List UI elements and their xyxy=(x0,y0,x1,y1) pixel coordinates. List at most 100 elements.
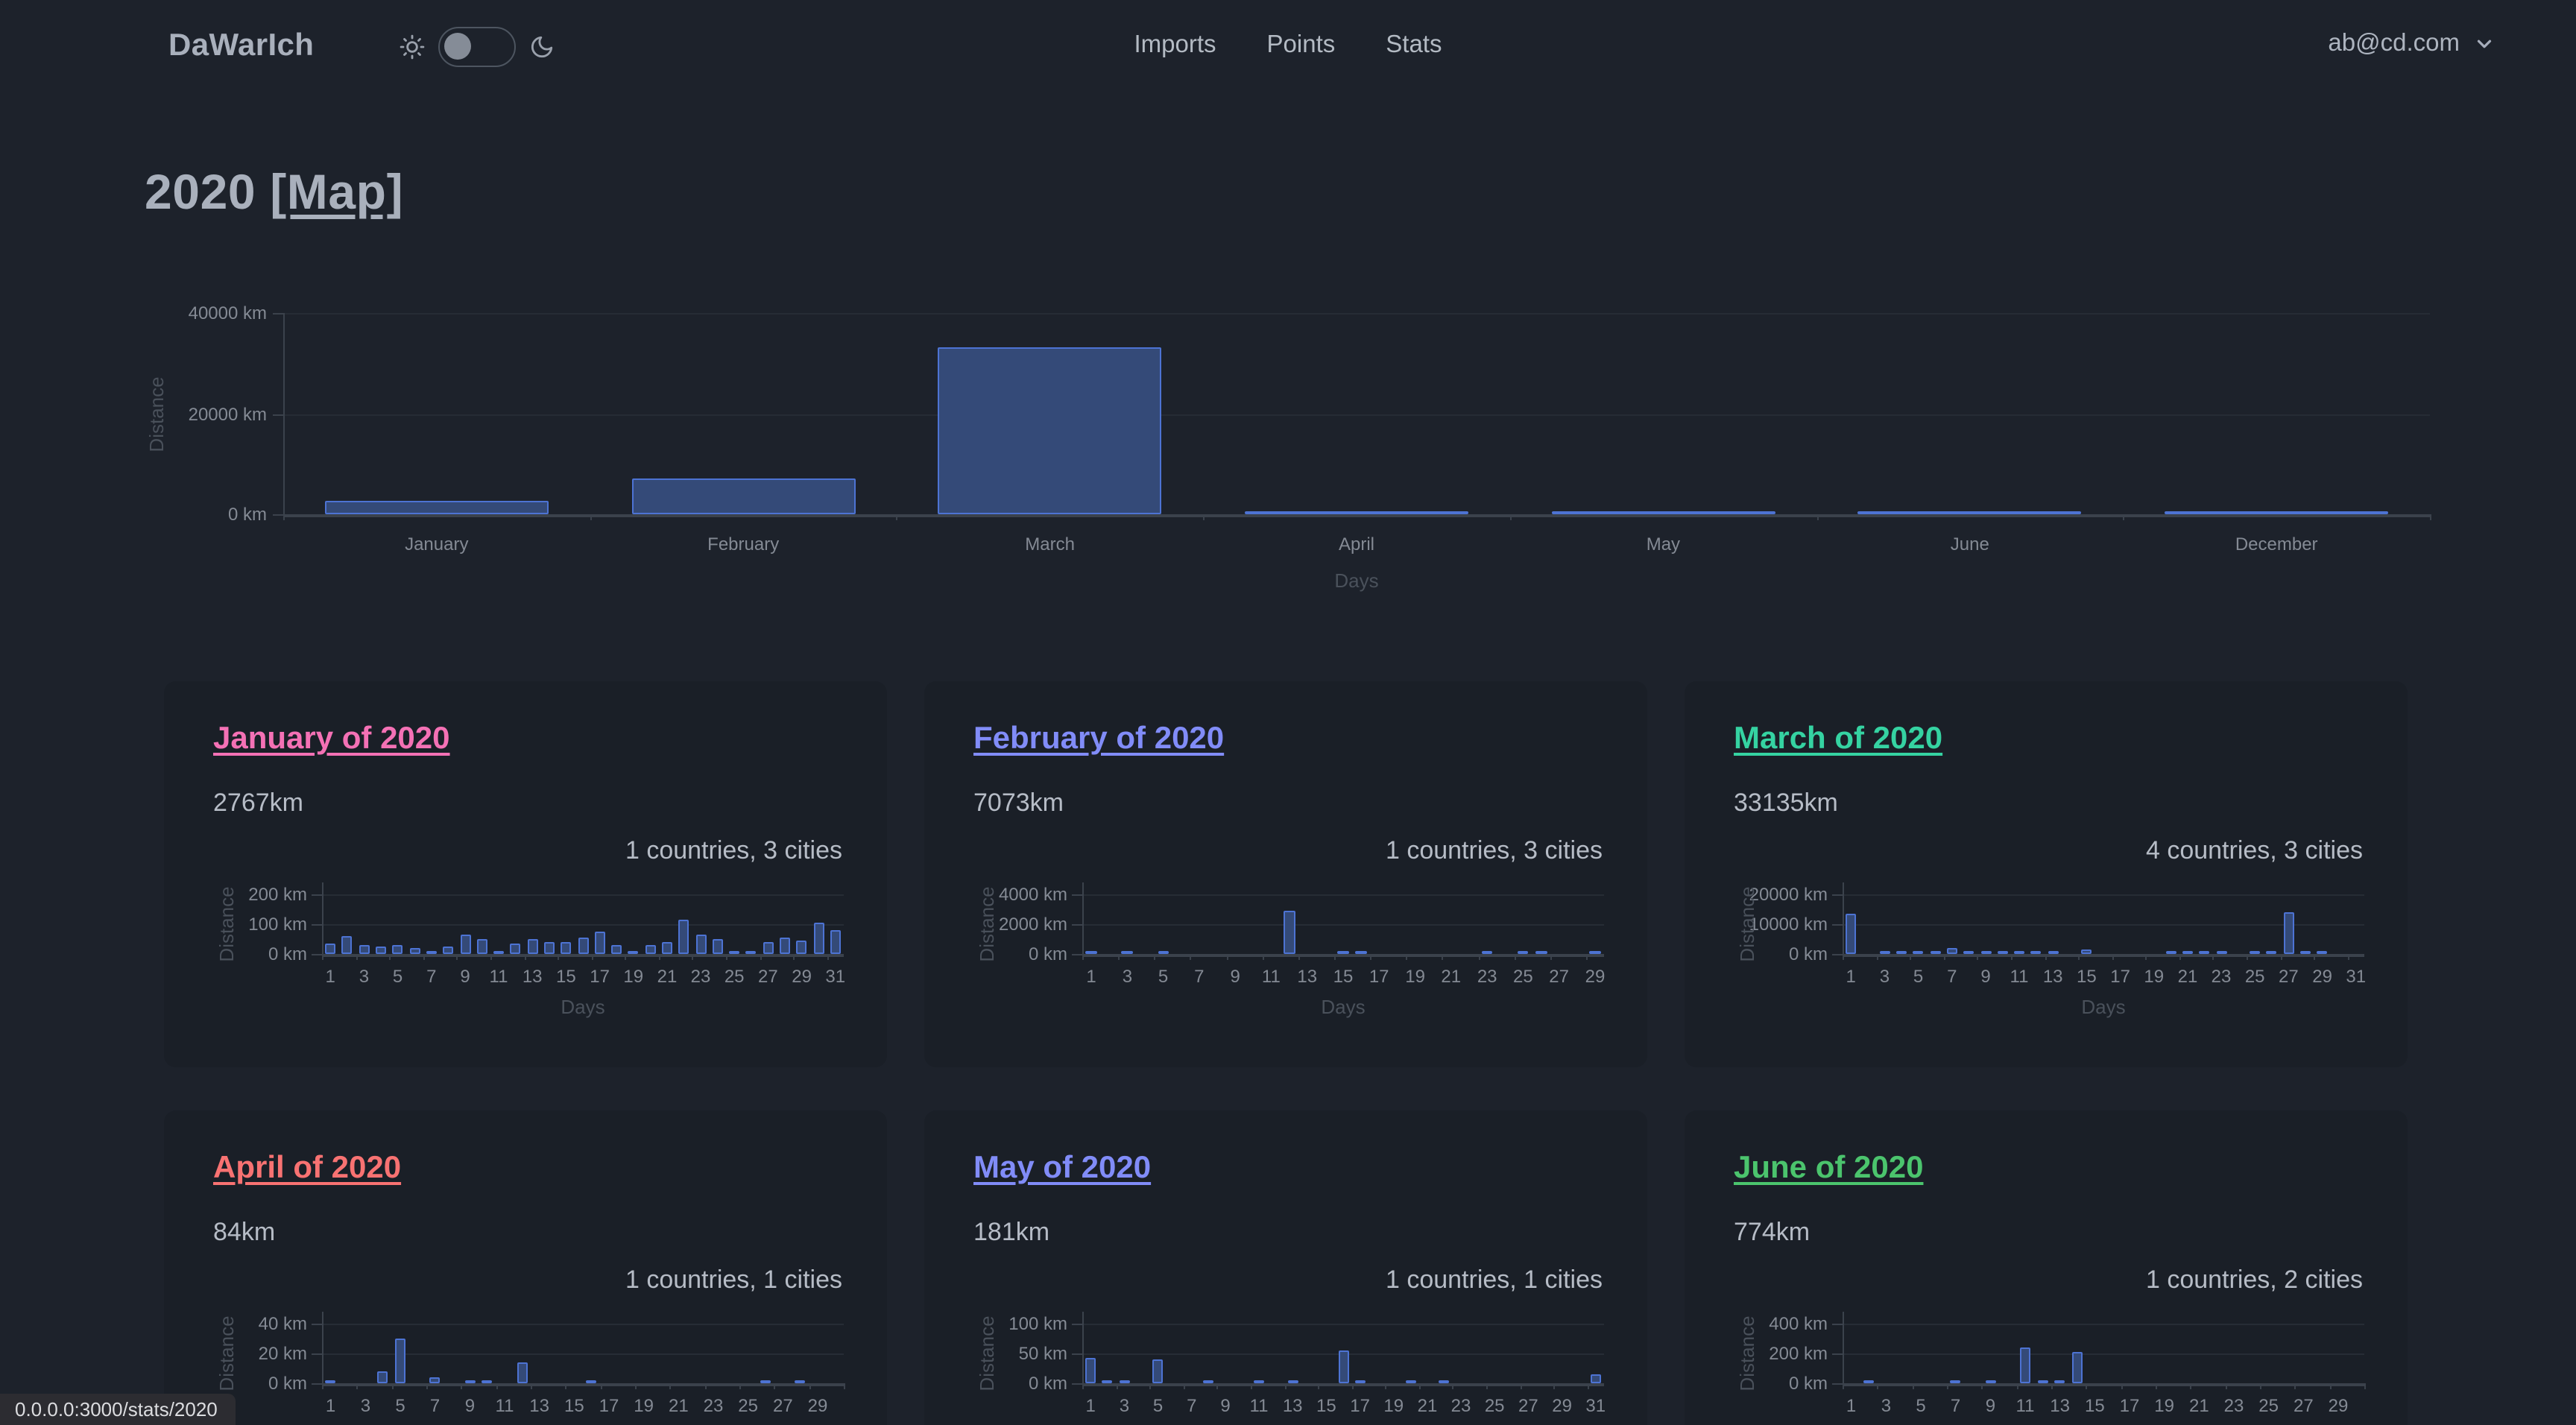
x-tick xyxy=(2314,954,2315,960)
x-tick-label: 3 xyxy=(1120,1395,1129,1416)
bar-day-8 xyxy=(1203,1380,1213,1383)
x-tick xyxy=(1082,954,1084,960)
x-tick xyxy=(1912,1383,1913,1389)
x-tick xyxy=(1284,1383,1286,1389)
bar-day-4 xyxy=(377,1371,388,1383)
nav-item-points[interactable]: Points xyxy=(1267,31,1336,60)
month-link[interactable]: June of 2020 xyxy=(1734,1151,1923,1187)
month-card: May of 2020181km1 countries, 1 cities0 k… xyxy=(924,1110,1647,1425)
bar-day-23 xyxy=(695,935,706,954)
bar-day-5 xyxy=(1153,1359,1164,1383)
x-tick-label: March xyxy=(1025,534,1075,554)
x-tick-label: January xyxy=(405,534,468,554)
gridline xyxy=(1843,894,2364,896)
x-tick-label: 11 xyxy=(496,1395,514,1416)
bar-day-4 xyxy=(1896,950,1907,954)
x-tick-label: 19 xyxy=(634,1395,654,1416)
app-window: DaWarIch Imports P xyxy=(0,0,2576,1425)
month-link[interactable]: April of 2020 xyxy=(213,1151,401,1187)
bar-day-14 xyxy=(544,941,555,954)
month-link[interactable]: February of 2020 xyxy=(973,721,1224,757)
y-tick xyxy=(312,1353,322,1355)
bar-day-28 xyxy=(2300,950,2311,954)
x-tick-label: 15 xyxy=(2077,966,2097,987)
y-axis-line xyxy=(1843,1312,1844,1383)
bar-day-27 xyxy=(763,943,773,954)
y-tick xyxy=(273,313,283,315)
x-tick xyxy=(2016,1383,2018,1389)
bar-day-9 xyxy=(460,935,470,954)
x-tick-label: 27 xyxy=(1518,1395,1538,1416)
x-tick xyxy=(1977,954,1979,960)
x-tick xyxy=(1262,954,1263,960)
month-link[interactable]: May of 2020 xyxy=(973,1151,1151,1187)
x-tick xyxy=(1406,954,1407,960)
x-tick xyxy=(2121,1383,2122,1389)
bar-day-11 xyxy=(2020,1347,2030,1383)
nav-item-stats[interactable]: Stats xyxy=(1386,31,1442,60)
x-tick-label: 11 xyxy=(490,966,508,987)
bar-day-12 xyxy=(517,1362,527,1383)
bar-day-12 xyxy=(1284,910,1295,954)
x-tick xyxy=(322,1383,323,1389)
page-title: 2020 [Map] xyxy=(145,164,403,221)
x-tick-label: 5 xyxy=(1913,966,1923,987)
x-tick-label: 3 xyxy=(1123,966,1132,987)
map-link[interactable]: [Map] xyxy=(270,164,403,219)
x-tick xyxy=(774,1383,776,1389)
y-axis-title: Distance xyxy=(1736,1315,1758,1391)
x-tick-label: 19 xyxy=(1405,966,1425,987)
x-tick-label: 31 xyxy=(1585,1395,1606,1416)
nav-item-imports[interactable]: Imports xyxy=(1134,31,1216,60)
x-tick-label: 9 xyxy=(1220,1395,1230,1416)
bar-day-26 xyxy=(746,950,757,954)
x-tick-label: 1 xyxy=(326,966,335,987)
month-daily-chart: 0 km20 km40 km1357911131517192123252729D… xyxy=(164,1309,887,1425)
bar-day-1 xyxy=(325,944,335,954)
x-tick xyxy=(1385,1383,1386,1389)
bar-day-12 xyxy=(2037,1380,2048,1383)
x-tick xyxy=(2329,1383,2331,1389)
x-tick-label: 7 xyxy=(1951,1395,1960,1416)
month-daily-chart: 0 km100 km200 km135791113151719212325272… xyxy=(164,879,887,1046)
bar-day-3 xyxy=(1119,1380,1129,1383)
x-tick-label: 15 xyxy=(556,966,576,987)
gridline xyxy=(1082,924,1604,926)
y-tick xyxy=(1072,924,1082,926)
bar-May xyxy=(1551,511,1775,514)
x-tick-label: 19 xyxy=(2144,966,2164,987)
x-tick-label: 17 xyxy=(599,1395,619,1416)
x-tick xyxy=(1550,954,1552,960)
x-tick xyxy=(1203,514,1205,520)
gridline xyxy=(1082,954,1604,956)
gridline xyxy=(1843,1353,2364,1355)
x-tick-label: 27 xyxy=(773,1395,793,1416)
user-menu[interactable]: ab@cd.com xyxy=(2328,30,2496,58)
x-axis-title: Days xyxy=(1334,569,1378,592)
bar-day-9 xyxy=(1985,1380,1995,1383)
x-tick xyxy=(1553,1383,1555,1389)
month-link[interactable]: January of 2020 xyxy=(213,721,450,757)
x-tick xyxy=(659,954,660,960)
x-tick xyxy=(590,514,591,520)
bar-day-20 xyxy=(2165,950,2176,954)
bar-day-1 xyxy=(1085,1358,1096,1383)
bar-day-21 xyxy=(662,942,672,954)
y-tick xyxy=(312,954,322,955)
x-tick xyxy=(739,1383,741,1389)
x-tick-label: 27 xyxy=(2279,966,2299,987)
y-axis-line xyxy=(322,1312,323,1383)
month-distance: 774km xyxy=(1734,1218,1810,1248)
x-tick-label: 23 xyxy=(691,966,711,987)
x-tick-label: 9 xyxy=(465,1395,475,1416)
x-tick xyxy=(356,954,357,960)
month-link[interactable]: March of 2020 xyxy=(1734,721,1942,757)
x-tick xyxy=(531,1383,532,1389)
theme-toggle[interactable] xyxy=(438,27,516,67)
bar-day-4 xyxy=(376,947,386,954)
bar-day-23 xyxy=(1482,950,1493,954)
x-tick xyxy=(426,1383,428,1389)
x-tick-label: 25 xyxy=(724,966,745,987)
x-tick-label: 9 xyxy=(1231,966,1240,987)
page-title-year: 2020 xyxy=(145,164,256,219)
